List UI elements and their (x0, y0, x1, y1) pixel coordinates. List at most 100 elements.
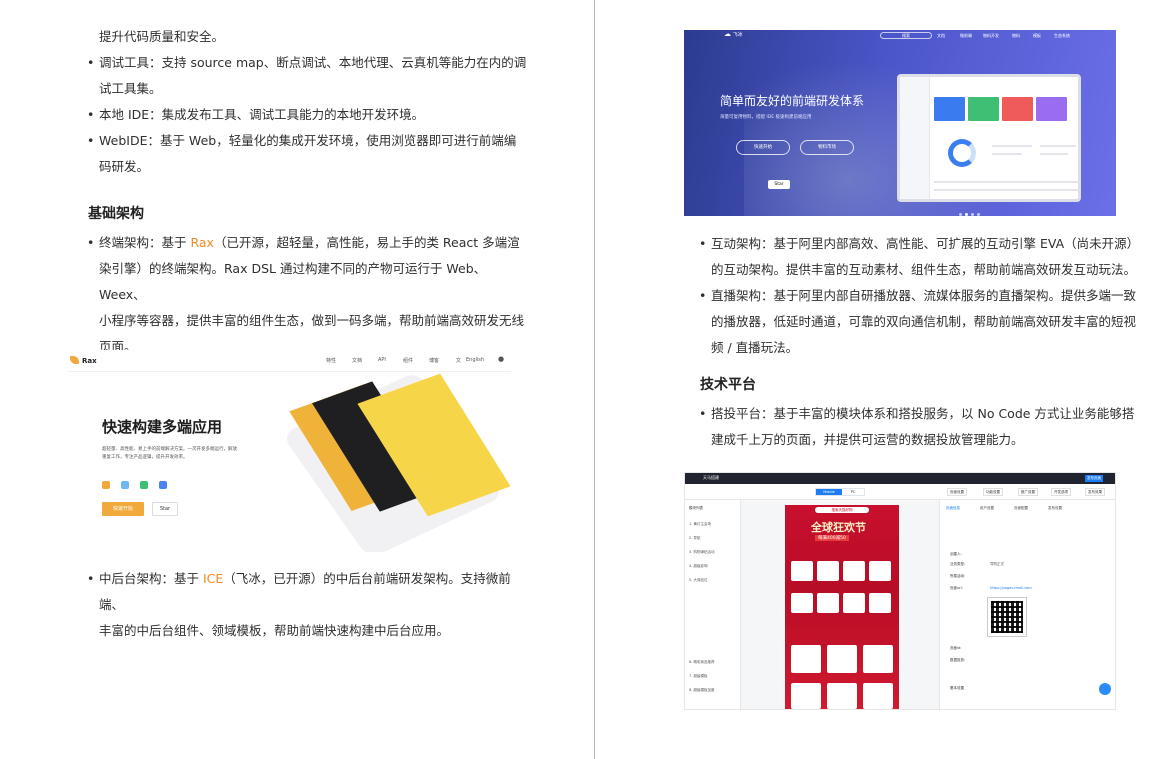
product-tile[interactable] (843, 593, 865, 613)
fb-nav-item[interactable]: 物料开发 (983, 33, 999, 39)
fb-nav-item[interactable]: 生态系统 (1054, 33, 1070, 39)
rax-link[interactable]: Rax (190, 235, 213, 250)
feibing-screenshot: ☁ 飞冰 搜索 文档 微前端 物料开发 物料 模板 生态系统 简单而友好的前端研… (684, 30, 1116, 216)
product-tile[interactable] (869, 593, 891, 613)
carousel-dot[interactable] (971, 213, 974, 216)
rax-star-button[interactable]: Star (152, 502, 178, 516)
bullet-line: 调试工具：支持 source map、断点调试、本地代理、云真机等能力在内的调 (99, 55, 527, 70)
fb-star-button[interactable]: Star (768, 180, 790, 189)
toolbar-button[interactable]: 发布效果 (1085, 488, 1105, 496)
bullet-dot: • (87, 107, 95, 122)
bullet-build-platform: • 搭投平台：基于丰富的模块体系和搭投服务，以 No Code 方式让业务能够搭… (699, 401, 1141, 453)
module-item[interactable]: 5. 大商品位 (689, 578, 707, 583)
fb-stat-tile (1036, 97, 1067, 121)
product-tile[interactable] (827, 645, 857, 673)
product-tile[interactable] (817, 561, 839, 581)
toolbar-button[interactable]: 功能设置 (983, 488, 1003, 496)
product-tile[interactable] (863, 645, 893, 673)
module-item[interactable]: 4. 超级影响 (689, 564, 707, 569)
module-item[interactable]: 7. 超级模板 (689, 674, 707, 679)
bullet-line: 终端架构：基于 Rax（已开源，超轻量，高性能，易上手的类 React 多端渲 (99, 230, 529, 256)
page-divider (594, 0, 595, 759)
rax-desc-line: 超轻量、高性能、易上手的前端解决方案。一次开发多端运行，解放 (102, 447, 237, 452)
product-tile[interactable] (863, 683, 893, 709)
bullet-line: 试工具集。 (99, 81, 162, 96)
bullet-line: 的互动架构。提供丰富的互动素材、组件生态，帮助前端高效研发互动玩法。 (711, 262, 1137, 277)
carousel-dot[interactable] (959, 213, 962, 216)
module-item[interactable]: 6. 精彩商品推荐 (689, 660, 714, 665)
device-mobile-tab[interactable]: Mobile (816, 489, 842, 495)
bullet-dot: • (87, 235, 95, 250)
fb-market-button[interactable]: 物料市场 (800, 140, 854, 155)
rax-nav-item: API (378, 357, 386, 363)
module-item[interactable]: 8. 超级模板加度 (689, 688, 714, 693)
product-tile[interactable] (869, 561, 891, 581)
translate-icon: 文 (456, 358, 462, 364)
bullet-webide: • WebIDE：基于 Web，轻量化的集成开发环境，使用浏览器即可进行前端编 … (87, 128, 529, 180)
phone-search-bar[interactable]: 搜索天猫好物 (815, 507, 869, 513)
product-tile[interactable] (791, 683, 821, 709)
product-tile[interactable] (791, 593, 813, 613)
settings-tab[interactable]: 页面信息 (946, 506, 960, 511)
field-label: 所属活动: (950, 574, 966, 578)
fb-start-button[interactable]: 快速开始 (736, 140, 790, 155)
product-tile[interactable] (843, 561, 865, 581)
rax-navbar: Rax 特性 文档 API 组件 博客 文 English ● (68, 350, 511, 372)
product-tile[interactable] (817, 593, 839, 613)
module-item[interactable]: 1. 黄灯主会场 (689, 522, 711, 527)
builder-toolbar: Mobile PC 页面设置 功能设置 推广设置 开发选项 发布效果 (685, 484, 1115, 500)
fb-laptop-sidebar (900, 77, 930, 199)
toolbar-button[interactable]: 页面设置 (947, 488, 967, 496)
ice-link[interactable]: ICE (203, 571, 223, 586)
fb-stat-tile (968, 97, 999, 121)
product-tile[interactable] (827, 683, 857, 709)
promo-banner-subtitle: 每满400减50 (815, 535, 849, 541)
bullet-dot: • (87, 571, 95, 586)
bullet-dot: • (699, 288, 707, 303)
builder-title: 天马搭建 (703, 475, 719, 480)
fb-donut-chart (948, 139, 976, 167)
device-pc-tab[interactable]: PC (842, 489, 864, 495)
settings-tab[interactable]: 用户设置 (980, 506, 994, 511)
page-url-link[interactable]: https://pages.tmall.com (990, 586, 1032, 590)
bullet-dot: • (699, 406, 707, 421)
fb-carousel-dots[interactable] (959, 201, 983, 216)
cloud-icon: ☁ (724, 30, 731, 38)
settings-tab[interactable]: 发布设置 (1048, 506, 1062, 511)
chat-support-icon[interactable] (1099, 683, 1111, 695)
toolbar-button[interactable]: 推广设置 (1018, 488, 1038, 496)
rax-desc-line: 重复工作，专注产品逻辑，提升开发效率。 (102, 455, 188, 460)
fb-hero-subtitle: 海量可复用物料，搭配 IDE 极速构建前端应用 (720, 115, 812, 120)
fb-nav-item[interactable]: 文档 (937, 33, 945, 39)
bullet-line: 直播架构：基于阿里内部自研播放器、流媒体服务的直播架构。提供多端一致 (711, 288, 1137, 303)
carousel-dot[interactable] (965, 213, 968, 216)
rax-nav-item: 博客 (429, 358, 440, 364)
product-tile[interactable] (791, 645, 821, 673)
web-icon (102, 481, 110, 489)
fb-placeholder-line (934, 181, 1078, 183)
builder-phone-canvas: 搜索天猫好物 全球狂欢节 每满400减50 (785, 505, 899, 709)
rax-start-button[interactable]: 快速开始 (102, 502, 144, 516)
bullet-line: 的播放器，低延时通道，可靠的双向通信机制，帮助前端高效研发丰富的短视 (711, 314, 1137, 329)
fb-placeholder-line (1040, 145, 1076, 147)
product-tile[interactable] (791, 561, 813, 581)
builder-publish-button[interactable]: 发布页面 (1085, 475, 1103, 482)
fb-logo: ☁ 飞冰 (724, 30, 743, 38)
settings-tab[interactable]: 页面配置 (1014, 506, 1028, 511)
field-value: 导购正式 (990, 562, 1004, 566)
text: （已开源，超轻量，高性能，易上手的类 React 多端渲 (213, 235, 520, 250)
toolbar-button[interactable]: 开发选项 (1051, 488, 1071, 496)
bullet-local-ide: • 本地 IDE：集成发布工具、调试工具能力的本地开发环境。 (87, 102, 529, 128)
fb-nav-item[interactable]: 模板 (1033, 33, 1041, 39)
module-item[interactable]: 2. 导航 (689, 536, 700, 541)
qr-code (987, 597, 1027, 637)
bullet-line: 本地 IDE：集成发布工具、调试工具能力的本地开发环境。 (99, 107, 425, 122)
fb-nav-item[interactable]: 物料 (1012, 33, 1020, 39)
device-switch[interactable]: Mobile PC (815, 488, 865, 496)
fb-nav-item[interactable]: 微前端 (960, 33, 972, 39)
rax-nav-item: English (466, 357, 485, 363)
bullet-line: 互动架构：基于阿里内部高效、高性能、可扩展的互动引擎 EVA（尚未开源） (711, 236, 1140, 251)
module-item[interactable]: 3. 购物津贴活动 (689, 550, 714, 555)
carousel-dot[interactable] (977, 213, 980, 216)
fb-search-input[interactable]: 搜索 (880, 32, 932, 39)
